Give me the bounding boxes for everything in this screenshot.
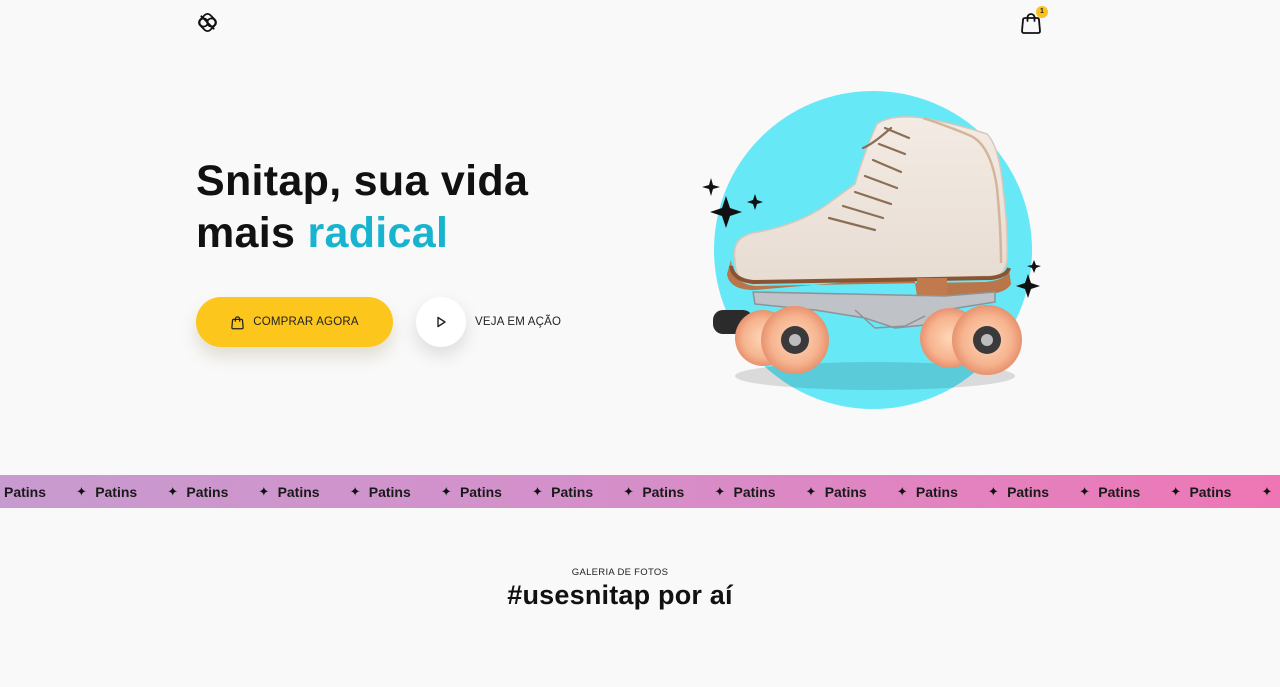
ticker-item: Patins ✦ <box>186 484 277 500</box>
ticker-word: Patins <box>642 483 685 500</box>
ticker-item: Patins ✦ <box>916 484 1007 500</box>
ticker-word: Patins <box>551 483 594 500</box>
watch-video-button[interactable]: VEJA EM AÇÃO <box>416 297 561 347</box>
ticker-word: Patins <box>1098 483 1141 500</box>
play-icon <box>437 316 446 328</box>
sparkle-icon: ✦ <box>623 483 635 499</box>
shopping-bag-icon <box>231 315 244 329</box>
ticker-item: Patins ✦ <box>278 484 369 500</box>
site-header: 1 <box>0 0 1280 46</box>
sparkle-icon: ✦ <box>896 483 908 499</box>
ticker-item: Patins ✦ <box>4 484 95 500</box>
ticker-word: Patins <box>95 483 138 500</box>
ticker-word: Patins <box>4 483 47 500</box>
gallery-eyebrow: GALERIA DE FOTOS <box>571 567 669 578</box>
gallery-title: #usesnitap por aí <box>507 580 733 610</box>
ticker-item: Patins ✦ <box>1098 484 1189 500</box>
ticker-item: Patins ✦ <box>95 484 186 500</box>
sparkle-icon: ✦ <box>349 483 361 499</box>
hero-title-line1: Snitap, sua vida <box>196 157 529 205</box>
sparkle-icon: ✦ <box>987 483 999 499</box>
cart-button[interactable]: 1 <box>1019 6 1048 35</box>
sparkle-icon: ✦ <box>76 483 87 499</box>
sparkle-icon: ✦ <box>167 483 179 499</box>
sparkle-icon: ✦ <box>1261 483 1273 499</box>
ticker-word: Patins <box>368 483 411 500</box>
ticker-item: Patins ✦ <box>460 484 551 500</box>
skate-wheel <box>735 306 829 374</box>
sparkle-icon: ✦ <box>1079 483 1090 499</box>
ticker-banner: Patins ✦ Patins ✦ Patins ✦ Patins ✦ Patins ✦ … <box>0 475 1280 508</box>
ticker-word: Patins <box>733 483 776 500</box>
ticker-item: Patins ✦ <box>369 484 460 500</box>
hero-title-highlight: radical <box>307 209 449 257</box>
sparkle-icon: ✦ <box>805 483 817 499</box>
ticker-word: Patins <box>186 483 229 500</box>
ticker-word: Patins <box>1189 483 1232 500</box>
ticker-item: Patins ✦ <box>551 484 642 500</box>
cart-count-badge: 1 <box>1036 6 1048 18</box>
hero-title: Snitap, sua vida mais radical <box>196 155 636 259</box>
ticker-item: Patins ✦ <box>642 484 733 500</box>
ticker-track: Patins ✦ Patins ✦ Patins ✦ Patins ✦ Patins ✦ … <box>4 475 1280 508</box>
ticker-item: Patins ✦ <box>825 484 916 500</box>
ticker-item: Patins ✦ <box>734 484 825 500</box>
ticker-item: Patins ✦ <box>1189 484 1280 500</box>
ticker-word: Patins <box>824 483 867 500</box>
roller-skate-illustration <box>702 91 1041 409</box>
sparkle-icon: ✦ <box>531 483 543 499</box>
ticker-word: Patins <box>459 483 502 500</box>
watch-video-label: VEJA EM AÇÃO <box>475 316 562 328</box>
ticker-word: Patins <box>1007 483 1050 500</box>
buy-now-button[interactable]: COMPRAR AGORA <box>196 297 393 347</box>
sparkle-icon: ✦ <box>258 483 270 499</box>
ticker-item: Patins ✦ <box>1007 484 1098 500</box>
sparkle-icon: ✦ <box>714 483 726 499</box>
play-button[interactable] <box>416 297 466 347</box>
sparkle-icon: ✦ <box>440 483 452 499</box>
snitap-logo-icon[interactable] <box>196 11 219 34</box>
ticker-word: Patins <box>915 483 958 500</box>
ticker-word: Patins <box>277 483 320 500</box>
buy-now-label: COMPRAR AGORA <box>253 316 359 328</box>
hero-title-line2: mais <box>196 209 308 257</box>
sparkle-icon: ✦ <box>1170 483 1182 499</box>
